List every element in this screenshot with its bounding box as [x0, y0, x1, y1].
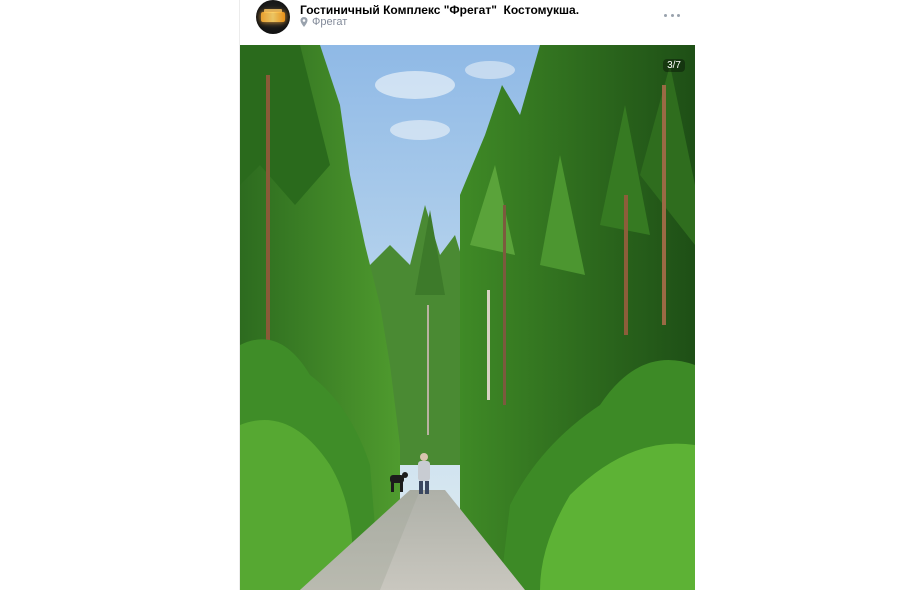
author-name[interactable]: Гостиничный Комплекс "Фрегат" Костомукша…: [300, 3, 579, 17]
post-header: Гостиничный Комплекс "Фрегат" Костомукша…: [240, 0, 696, 44]
page: Гостиничный Комплекс "Фрегат" Костомукша…: [0, 0, 915, 590]
map-pin-icon: [300, 17, 308, 27]
author-avatar[interactable]: [256, 0, 290, 34]
location-label: Фрегат: [312, 16, 348, 28]
post-card: Гостиничный Комплекс "Фрегат" Костомукша…: [239, 0, 696, 590]
more-horizontal-icon[interactable]: [664, 8, 680, 22]
forest-road-photo: [240, 45, 695, 590]
avatar-light: [261, 12, 285, 22]
post-photo[interactable]: 3/7: [240, 45, 695, 590]
photo-counter: 3/7: [663, 59, 685, 72]
post-location[interactable]: Фрегат: [300, 16, 347, 28]
